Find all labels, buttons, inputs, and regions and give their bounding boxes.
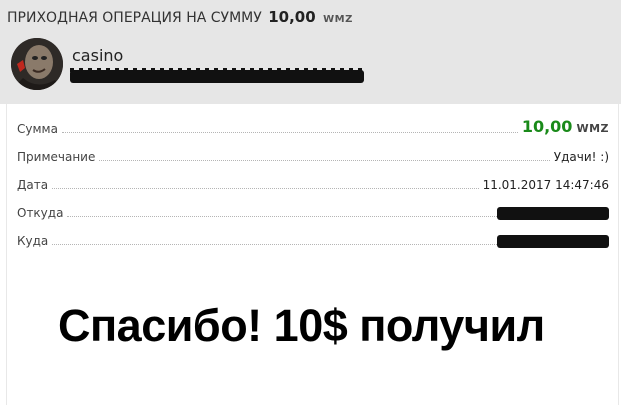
dotted-leader <box>67 216 497 217</box>
redacted-wallet-id <box>70 68 364 83</box>
row-date: Дата 11.01.2017 14:47:46 <box>17 174 609 192</box>
dotted-leader <box>52 244 497 245</box>
sum-value: 10,00 WMZ <box>518 117 609 136</box>
sum-label: Сумма <box>17 122 58 136</box>
row-note: Примечание Удачи! :) <box>17 146 609 164</box>
transaction-title: ПРИХОДНАЯ ОПЕРАЦИЯ НА СУММУ 10,00 WMZ <box>7 8 353 26</box>
dotted-leader <box>61 132 518 133</box>
sum-amount: 10,00 <box>521 117 573 136</box>
dotted-leader <box>99 160 550 161</box>
redacted-to-wallet <box>497 235 609 248</box>
sender-name: casino <box>72 46 124 65</box>
title-text: ПРИХОДНАЯ ОПЕРАЦИЯ НА СУММУ <box>7 10 262 26</box>
redacted-from-wallet <box>497 207 609 220</box>
note-label: Примечание <box>17 150 96 164</box>
sum-currency: WMZ <box>576 122 609 135</box>
from-label: Откуда <box>17 206 64 220</box>
caption-text: Спасибо! 10$ получил <box>58 300 545 351</box>
row-to: Куда <box>17 230 609 248</box>
transaction-details: Сумма 10,00 WMZ Примечание Удачи! :) Дата… <box>6 104 619 405</box>
row-sum: Сумма 10,00 WMZ <box>17 117 609 136</box>
note-value: Удачи! :) <box>553 150 609 164</box>
title-amount: 10,00 <box>268 8 316 26</box>
date-value: 11.01.2017 14:47:46 <box>482 178 609 192</box>
title-currency: WMZ <box>323 14 353 25</box>
dotted-leader <box>52 188 479 189</box>
date-label: Дата <box>17 178 49 192</box>
sender-avatar <box>11 38 63 90</box>
to-label: Куда <box>17 234 49 248</box>
row-from: Откуда <box>17 202 609 220</box>
avatar-photo-icon <box>11 38 63 90</box>
transaction-header: ПРИХОДНАЯ ОПЕРАЦИЯ НА СУММУ 10,00 WMZ ca… <box>0 0 621 104</box>
